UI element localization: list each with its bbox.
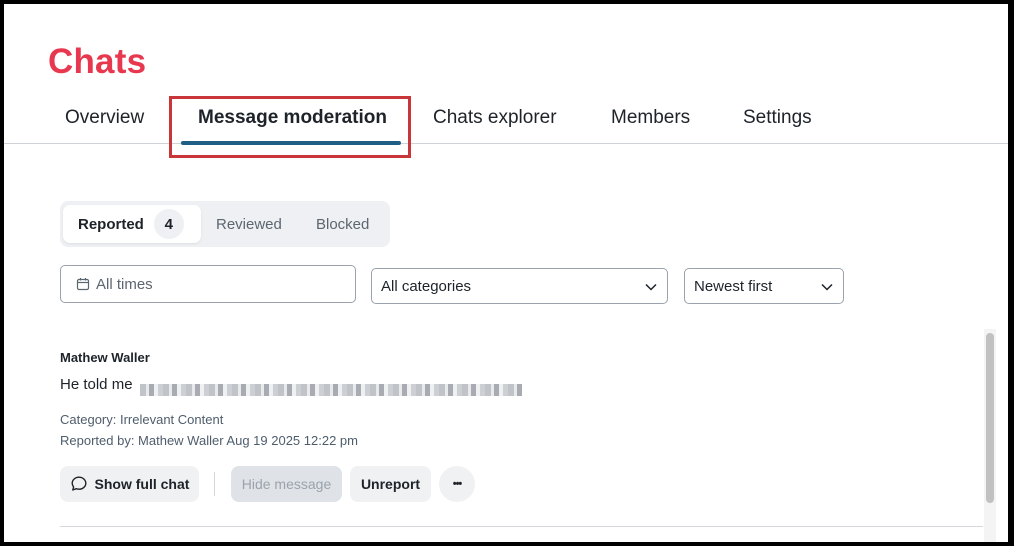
tab-chats-explorer[interactable]: Chats explorer — [433, 107, 557, 129]
category-select-value: All categories — [381, 277, 472, 295]
redacted-message-content — [140, 384, 522, 396]
hide-message-button[interactable]: Hide message — [231, 466, 342, 502]
status-segmented-control: Reported 4 Reviewed Blocked — [60, 201, 390, 247]
show-full-chat-button[interactable]: Show full chat — [60, 466, 199, 502]
message-divider — [60, 526, 983, 527]
action-divider — [214, 472, 215, 496]
chat-bubble-icon — [71, 476, 87, 491]
highlight-annotation-box — [169, 96, 411, 158]
more-options-button[interactable]: ••• — [439, 466, 475, 502]
show-full-chat-label: Show full chat — [94, 476, 190, 492]
app-frame: Chats Overview Message moderation Chats … — [4, 4, 1008, 542]
sort-select[interactable]: Newest first — [684, 268, 844, 304]
segment-reviewed[interactable]: Reviewed — [216, 205, 282, 243]
date-range-filter[interactable]: All times — [60, 265, 356, 303]
message-text: He told me — [60, 376, 133, 393]
chevron-down-icon — [821, 283, 833, 291]
message-reported-by: Reported by: Mathew Waller Aug 19 2025 1… — [60, 433, 358, 448]
category-select[interactable]: All categories — [371, 268, 668, 304]
tab-settings[interactable]: Settings — [743, 107, 812, 129]
reported-message-item: Mathew Waller He told me Category: Irrel… — [60, 350, 522, 448]
scrollbar-thumb[interactable] — [986, 333, 994, 503]
segment-reported-label: Reported — [78, 215, 144, 233]
unreport-button[interactable]: Unreport — [350, 466, 431, 502]
tab-overview[interactable]: Overview — [65, 107, 144, 129]
tab-members[interactable]: Members — [611, 107, 690, 129]
segment-blocked[interactable]: Blocked — [316, 205, 369, 243]
reported-count-badge: 4 — [153, 209, 184, 239]
message-author: Mathew Waller — [60, 350, 150, 365]
calendar-icon — [76, 278, 90, 291]
page-title: Chats — [48, 42, 147, 81]
message-category: Category: Irrelevant Content — [60, 412, 224, 427]
chevron-down-icon — [645, 283, 657, 291]
sort-select-value: Newest first — [694, 277, 773, 295]
tab-bar: Overview Message moderation Chats explor… — [4, 100, 1008, 144]
date-filter-label: All times — [96, 275, 153, 293]
segment-reported[interactable]: Reported 4 — [63, 205, 201, 243]
